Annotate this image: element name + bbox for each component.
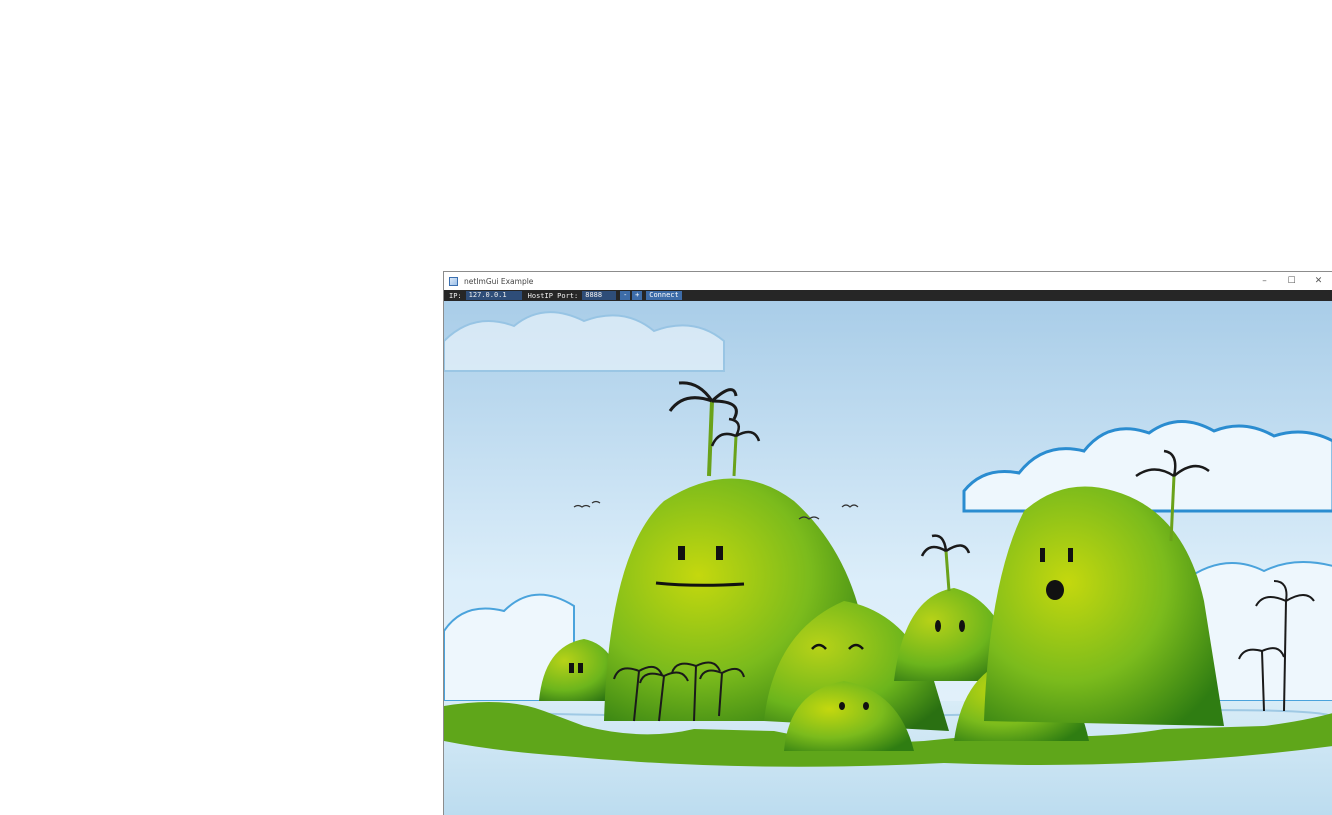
maximize-button[interactable]: ☐ bbox=[1278, 272, 1305, 290]
port-increment-button[interactable]: + bbox=[632, 291, 643, 300]
ip-label: IP: bbox=[449, 291, 462, 300]
connect-button[interactable]: Connect bbox=[646, 291, 682, 300]
port-decrement-button[interactable]: - bbox=[620, 291, 631, 300]
connection-toolbar: IP: 127.0.0.1 HostIP Port: 8888 - + Conn… bbox=[444, 290, 1332, 301]
window-title: netImGui Example bbox=[464, 276, 534, 286]
port-input[interactable]: 8888 bbox=[582, 291, 617, 300]
port-label: HostIP Port: bbox=[527, 291, 579, 300]
close-button[interactable]: ✕ bbox=[1305, 272, 1332, 290]
window-controls: – ☐ ✕ bbox=[1251, 272, 1332, 290]
app-window: netImGui Example – ☐ ✕ IP: 127.0.0.1 Hos… bbox=[443, 271, 1332, 815]
minimize-button[interactable]: – bbox=[1251, 272, 1278, 290]
island-wallpaper bbox=[444, 301, 1332, 815]
title-bar[interactable]: netImGui Example – ☐ ✕ bbox=[444, 272, 1332, 290]
app-window-icon bbox=[449, 276, 458, 286]
ip-input[interactable]: 127.0.0.1 bbox=[465, 291, 522, 300]
